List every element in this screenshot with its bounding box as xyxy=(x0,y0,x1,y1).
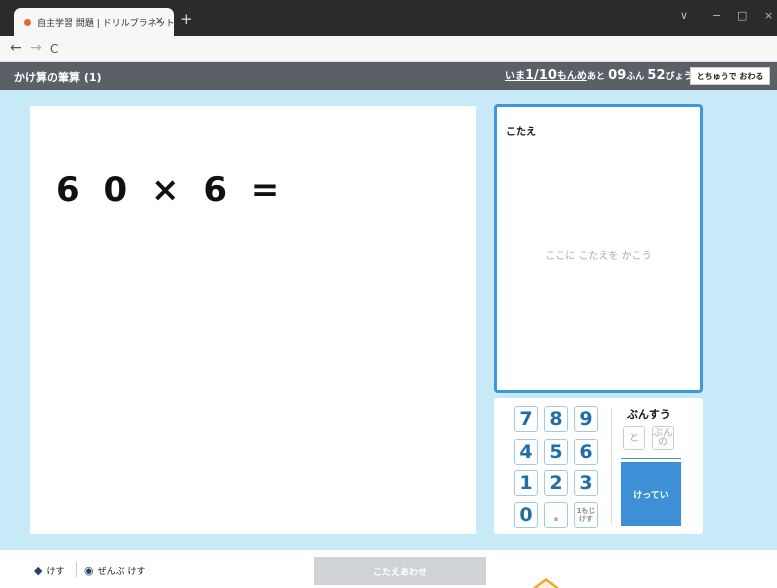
browser-titlebar: 自主学習 問題 | ドリルプラネット | × + ∨ − □ × xyxy=(0,0,777,36)
delete-one-char-line1: 1もじ xyxy=(576,507,596,515)
tab-title: 自主学習 問題 | ドリルプラネット | xyxy=(37,18,174,29)
forward-button[interactable]: → xyxy=(30,40,42,56)
progress-value: 1/10 xyxy=(525,68,557,83)
key-8[interactable]: 8 xyxy=(544,406,568,432)
page-title: かけ算の筆算 (1) xyxy=(14,71,102,84)
delete-one-char-line2: けす xyxy=(579,515,593,523)
bottom-toolbar: ◆ けす ◉ ぜんぶ けす こたえあわせ xyxy=(0,550,777,588)
fraction-label: ぶんすう xyxy=(627,408,671,421)
mascot-inner-shape xyxy=(534,581,558,588)
question-panel: 6 0 × 6 = xyxy=(30,106,476,534)
key-9[interactable]: 9 xyxy=(574,406,598,432)
browser-toolbar: ← → C xyxy=(0,36,777,62)
new-tab-button[interactable]: + xyxy=(180,12,193,27)
key-6[interactable]: 6 xyxy=(574,439,598,465)
key-3[interactable]: 3 xyxy=(574,470,598,496)
check-answer-button[interactable]: こたえあわせ xyxy=(314,557,486,585)
number-keypad: 7 8 9 4 5 6 1 2 3 0 . 1もじ けす ぶんすう と ぶん の… xyxy=(494,398,703,534)
key-2[interactable]: 2 xyxy=(544,470,568,496)
key-7[interactable]: 7 xyxy=(514,406,538,432)
maximize-button[interactable]: □ xyxy=(737,9,747,22)
tab-close-icon[interactable]: × xyxy=(155,14,164,27)
progress-suffix: もんめ xyxy=(556,71,587,82)
favicon-icon xyxy=(24,18,31,26)
close-window-button[interactable]: × xyxy=(764,9,773,22)
progress-prefix: いま xyxy=(505,71,525,82)
browser-tab[interactable]: 自主学習 問題 | ドリルプラネット | × xyxy=(14,8,174,36)
erase-button[interactable]: ◆ けす xyxy=(34,564,64,577)
erase-label: けす xyxy=(46,567,65,577)
answer-label: こたえ xyxy=(506,127,536,138)
key-4[interactable]: 4 xyxy=(514,439,538,465)
key-1[interactable]: 1 xyxy=(514,470,538,496)
timer-seconds-unit: びょう xyxy=(665,72,693,82)
confirm-divider xyxy=(621,458,681,459)
reload-button[interactable]: C xyxy=(50,41,58,57)
toolbar-divider xyxy=(76,562,77,577)
tab-search-icon[interactable]: ∨ xyxy=(680,9,688,22)
minimize-button[interactable]: − xyxy=(712,9,721,22)
confirm-button[interactable]: けってい xyxy=(621,462,681,526)
answer-placeholder: ここに こたえを かこう xyxy=(545,251,652,262)
timer-minutes: 09 xyxy=(608,68,627,83)
question-progress: いま1/10もんめ xyxy=(505,67,587,83)
answer-area[interactable]: こたえ ここに こたえを かこう xyxy=(494,104,703,393)
key-0[interactable]: 0 xyxy=(514,502,538,528)
fraction-and-button[interactable]: と xyxy=(623,426,645,450)
remaining-timer: あと 09ふん 52びょう xyxy=(587,68,693,83)
timer-minutes-unit: ふん xyxy=(626,72,645,82)
quit-button[interactable]: とちゅうで おわる xyxy=(690,67,770,85)
question-text: 6 0 × 6 = xyxy=(56,170,286,210)
fraction-no-text: の xyxy=(658,437,668,448)
delete-one-char-button[interactable]: 1もじ けす xyxy=(574,502,598,528)
fraction-denominator-button[interactable]: ぶん の xyxy=(652,426,674,450)
erase-all-icon: ◉ xyxy=(84,564,94,577)
app-header: かけ算の筆算 (1) いま1/10もんめ あと 09ふん 52びょう とちゅうで… xyxy=(0,62,777,90)
back-button[interactable]: ← xyxy=(10,40,22,56)
eraser-icon: ◆ xyxy=(34,564,43,577)
timer-prefix: あと xyxy=(587,72,606,82)
erase-all-label: ぜんぶ けす xyxy=(97,567,146,577)
key-decimal[interactable]: . xyxy=(544,502,568,528)
timer-seconds: 52 xyxy=(647,68,666,83)
key-5[interactable]: 5 xyxy=(544,439,568,465)
erase-all-button[interactable]: ◉ ぜんぶ けす xyxy=(84,564,145,577)
keypad-divider xyxy=(611,408,612,524)
